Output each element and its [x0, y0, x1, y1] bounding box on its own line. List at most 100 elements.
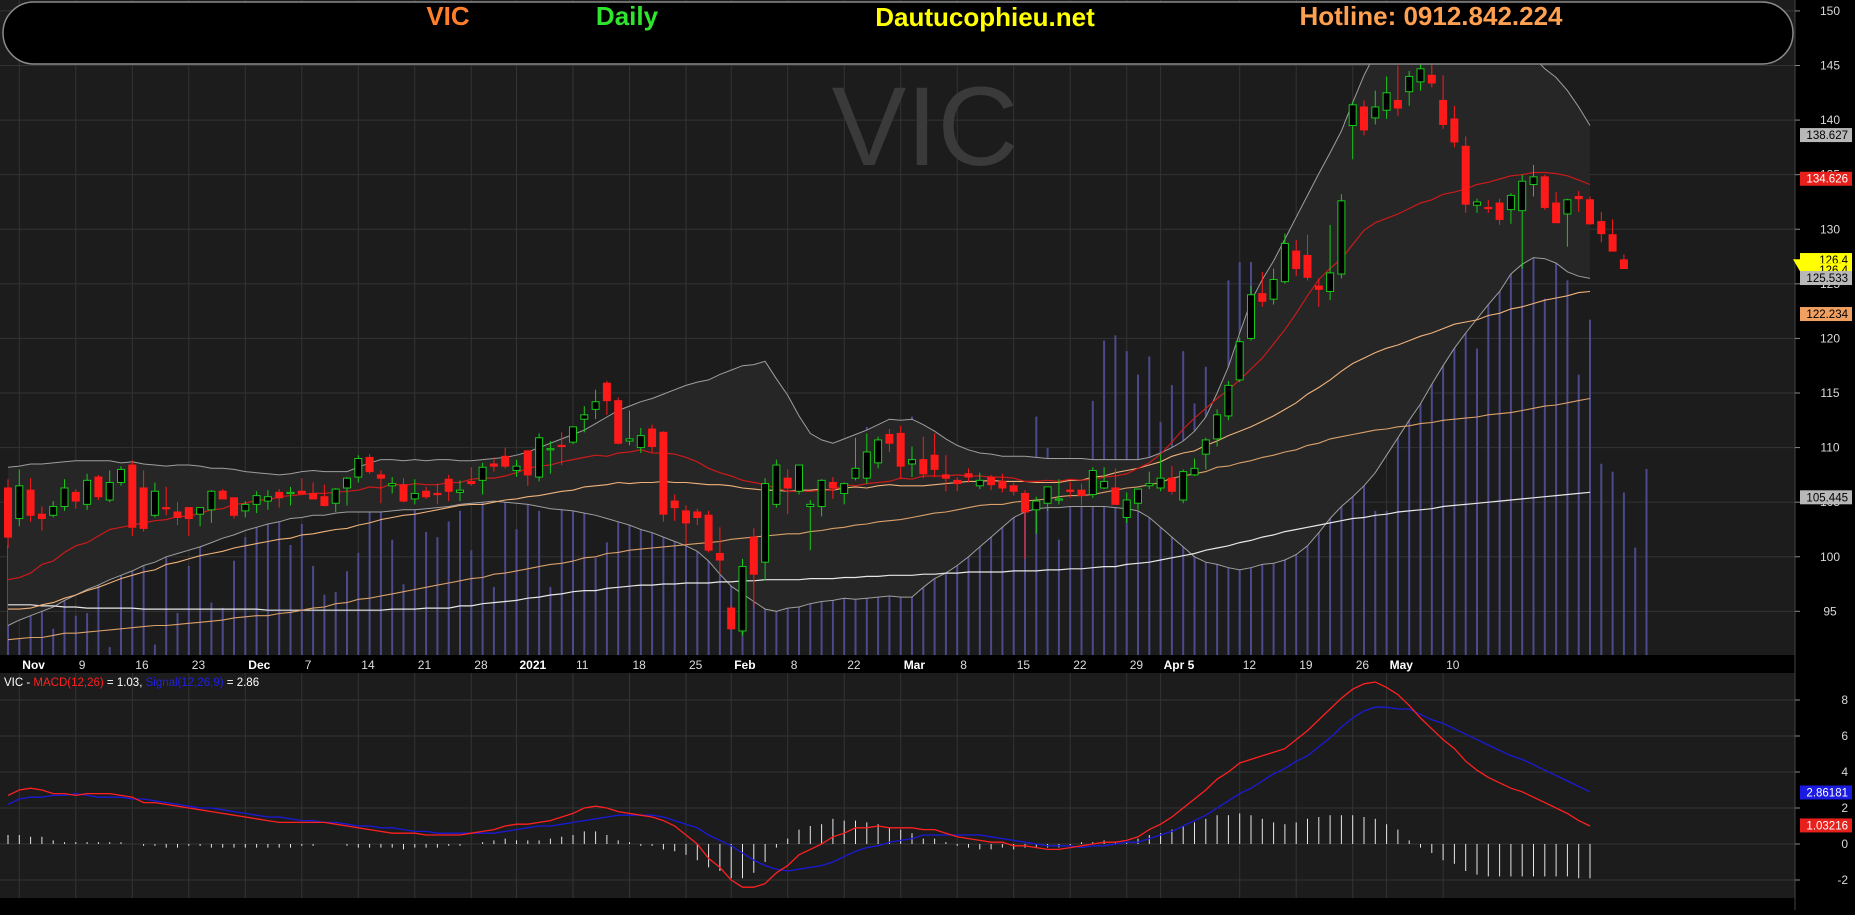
candle-body-up — [150, 490, 159, 516]
candle-body-up — [580, 414, 589, 420]
candle-body-down — [173, 511, 182, 518]
date-label: 26 — [1356, 658, 1370, 672]
candle-body-down — [1292, 250, 1301, 270]
candle-body-down — [1258, 293, 1267, 302]
candle-body-up — [354, 458, 363, 478]
macd-tick-label: 2 — [1841, 801, 1848, 815]
candle-body-up — [636, 435, 645, 449]
candle-body-down — [275, 491, 284, 499]
candle-body-down — [444, 478, 453, 492]
date-label: 22 — [1073, 658, 1087, 672]
date-label: Apr 5 — [1164, 658, 1195, 672]
candle-body-up — [591, 401, 600, 410]
candle-body-up — [1518, 180, 1527, 212]
price-tick-label: 140 — [1820, 113, 1840, 127]
price-tick-label: 145 — [1820, 59, 1840, 73]
price-tick-label: 95 — [1823, 604, 1837, 618]
candle-body-down — [184, 507, 193, 520]
price-tick-label: 115 — [1820, 386, 1839, 400]
date-label: 28 — [474, 658, 488, 672]
candle-body-up — [1247, 294, 1255, 339]
candle-body-down — [37, 513, 46, 520]
candle-body-up — [806, 503, 815, 508]
candle-body-down — [1077, 489, 1086, 497]
macd-legend: VIC - MACD(12,26) = 1.03, Signal(12,26,9… — [4, 677, 259, 689]
macd-tick-label: 6 — [1841, 729, 1848, 743]
candle-body-down — [749, 536, 758, 575]
candle-body-down — [1484, 206, 1493, 210]
candle-body-down — [1167, 477, 1176, 492]
candle-body-down — [128, 464, 137, 528]
price-tick-label: 150 — [1820, 4, 1840, 18]
price-tag: 122.234 — [1806, 309, 1848, 321]
header-hotline: Hotline: 0912.842.224 — [1299, 1, 1563, 31]
candle-body-down — [365, 456, 374, 473]
candle-body-up — [456, 489, 464, 493]
candle-body-up — [1122, 499, 1131, 518]
candle-body-up — [908, 459, 916, 465]
candle-body-down — [1066, 489, 1075, 492]
candle-body-down — [71, 491, 80, 502]
candle-body-down — [930, 454, 939, 470]
price-tick-label: 100 — [1820, 550, 1840, 564]
candle-body-down — [919, 459, 928, 475]
date-label: May — [1390, 658, 1414, 672]
header-site: Dautucophieu.net — [875, 2, 1095, 32]
date-label: 16 — [135, 658, 149, 672]
candle-body-down — [1009, 485, 1018, 492]
candle-body-down — [715, 552, 724, 561]
candle-body-up — [1134, 488, 1142, 504]
candle-body-up — [874, 439, 883, 464]
candle-body-down — [602, 382, 611, 402]
candle-body-down — [648, 428, 657, 447]
date-label: Mar — [904, 658, 926, 672]
candle-body-down — [557, 444, 566, 448]
candle-body-up — [1179, 471, 1188, 501]
candle-body-up — [1563, 199, 1572, 215]
date-label: Feb — [734, 658, 755, 672]
date-label: 9 — [79, 658, 86, 672]
candle-body-down — [1461, 145, 1470, 205]
candle-body-down — [896, 432, 905, 467]
date-label: 19 — [1299, 658, 1313, 672]
legend-macd: MACD(12,26) — [33, 677, 103, 689]
legend-signal-value: = 2.86 — [227, 677, 259, 689]
candle-body-up — [1348, 104, 1357, 127]
candle-body-up — [975, 479, 984, 487]
candle-body-down — [1608, 234, 1617, 252]
candle-body-down — [987, 476, 996, 486]
candle-body-up — [1473, 201, 1481, 206]
candle-body-up — [1145, 483, 1154, 487]
candle-body-up — [49, 506, 58, 516]
candle-body-up — [388, 483, 397, 487]
candle-body-up — [1201, 439, 1210, 455]
candle-body-up — [1416, 68, 1425, 83]
date-label: 15 — [1017, 658, 1031, 672]
candle-body-up — [1032, 500, 1041, 511]
candle-body-up — [1529, 176, 1538, 185]
legend-macd-value: = 1.03, — [107, 677, 146, 689]
candle-body-up — [840, 483, 849, 494]
candle-body-down — [1439, 99, 1448, 125]
candle-body-up — [1156, 477, 1165, 489]
candle-body-down — [230, 497, 238, 516]
macd-tick-label: -2 — [1837, 873, 1848, 887]
date-label: 10 — [1446, 658, 1460, 672]
candle-body-up — [1506, 194, 1515, 211]
candle-body-down — [501, 455, 510, 467]
macd-tick-label: 0 — [1841, 837, 1848, 851]
candle-body-down — [1021, 492, 1029, 513]
candle-body-down — [376, 474, 385, 479]
candle-body-up — [1043, 486, 1052, 504]
date-label: 8 — [960, 658, 967, 672]
candle-body-up — [795, 464, 803, 492]
candle-body-up — [1269, 278, 1278, 300]
candle-body-down — [399, 484, 408, 502]
candle-body-up — [286, 491, 295, 495]
candle-body-down — [422, 490, 431, 498]
candle-body-up — [1088, 470, 1097, 496]
candle-body-down — [218, 490, 227, 500]
candle-body-up — [1405, 75, 1414, 93]
candle-body-down — [1450, 118, 1459, 143]
date-label: 29 — [1130, 658, 1144, 672]
